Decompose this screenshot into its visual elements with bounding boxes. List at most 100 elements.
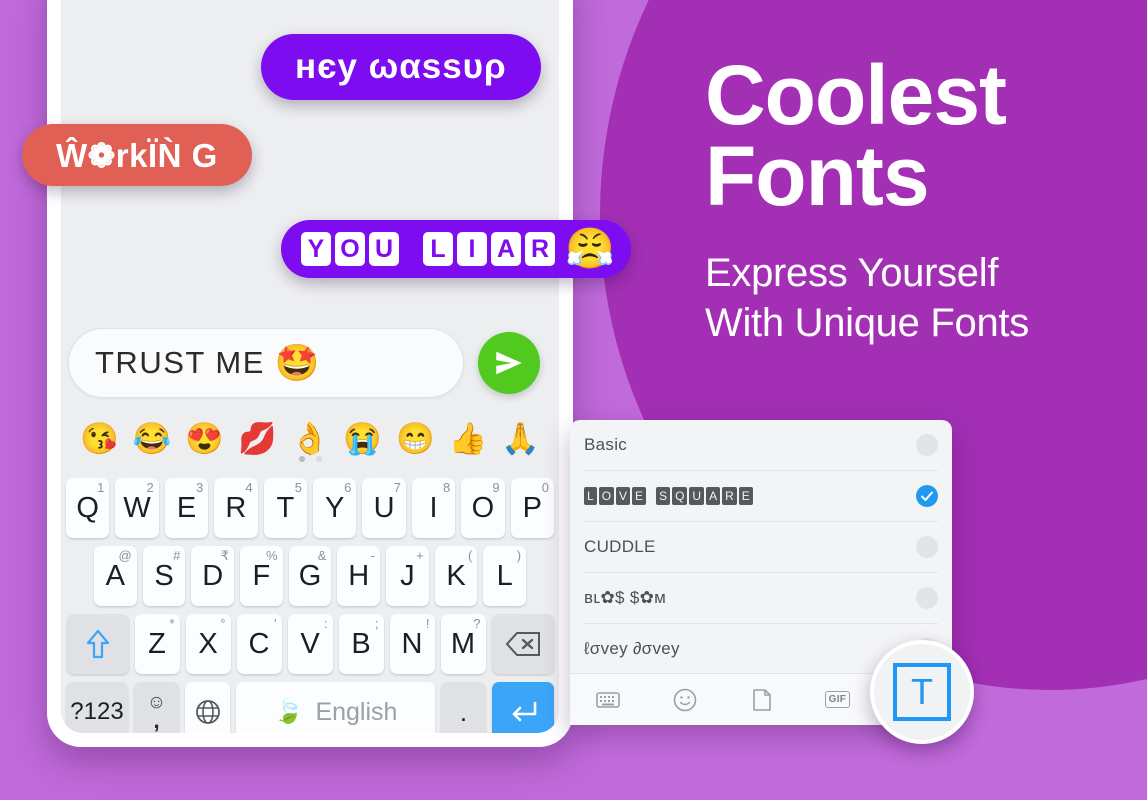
- key-x[interactable]: ° X: [185, 614, 231, 674]
- emoji-item[interactable]: 👌: [291, 423, 330, 454]
- font-row-basic[interactable]: Basic: [584, 420, 938, 471]
- emoji-item[interactable]: 🙏: [501, 423, 540, 454]
- symbols-key[interactable]: ?123: [66, 682, 128, 733]
- key-h[interactable]: -H: [337, 546, 381, 606]
- message-input[interactable]: TRUST ME 🤩: [68, 328, 464, 398]
- backspace-key[interactable]: [491, 614, 554, 674]
- emoji-item[interactable]: 💋: [238, 423, 277, 454]
- font-row-radio[interactable]: [916, 536, 938, 558]
- key-hint: ?: [473, 616, 481, 631]
- promo-subtitle-line1: Express Yourself: [705, 251, 999, 296]
- key-c[interactable]: ' C: [236, 614, 282, 674]
- key-v[interactable]: :V: [287, 614, 333, 674]
- key-b[interactable]: ; B: [338, 614, 384, 674]
- key-label: S: [154, 559, 174, 592]
- key-y[interactable]: 6Y: [313, 478, 357, 538]
- key-label: A: [105, 559, 125, 592]
- check-icon: [921, 491, 933, 501]
- keyboard-tab[interactable]: [570, 687, 646, 713]
- comma-key-label: ,: [153, 707, 160, 733]
- key-label: U: [373, 491, 395, 524]
- key-p[interactable]: 0P: [510, 478, 555, 538]
- font-row-blossom[interactable]: ʙʟ✿$ $✿ᴍ: [584, 573, 938, 624]
- page-dot[interactable]: [315, 456, 322, 462]
- font-list: Basic L O V E S Q U A R E CUDDLE ʙʟ✿$ $✿…: [570, 420, 952, 675]
- space-key[interactable]: 🍃 English: [236, 682, 435, 733]
- key-r[interactable]: 4R: [214, 478, 258, 538]
- key-label: V: [300, 627, 320, 660]
- backspace-icon: [505, 632, 540, 656]
- font-row-label: ℓσvey ∂σvey: [584, 639, 680, 658]
- key-m[interactable]: ? M: [440, 614, 486, 674]
- font-row-radio[interactable]: [916, 587, 938, 609]
- promo-title-line2: Fonts: [705, 128, 930, 223]
- globe-icon: [195, 700, 220, 724]
- key-o[interactable]: 9O: [461, 478, 505, 538]
- boxed-letter: V: [616, 487, 631, 505]
- boxed-space: [648, 487, 654, 505]
- keyboard-row-bottom: ?123 ☺ , 🍃 English .: [66, 682, 554, 733]
- key-label: L: [496, 559, 513, 592]
- key-u[interactable]: 7U: [362, 478, 406, 538]
- gif-tab[interactable]: GIF: [799, 691, 875, 708]
- boxed-letter: E: [738, 487, 753, 505]
- key-hint: ₹: [220, 548, 229, 563]
- keyboard-icon: [596, 691, 621, 708]
- key-i[interactable]: 8I: [411, 478, 456, 538]
- shift-key[interactable]: [66, 614, 129, 674]
- boxed-letter: O: [598, 487, 615, 505]
- period-key[interactable]: .: [441, 682, 486, 733]
- key-a[interactable]: @ A: [93, 546, 137, 606]
- key-g[interactable]: & G: [288, 546, 332, 606]
- key-l[interactable]: ) L: [483, 546, 527, 606]
- key-z[interactable]: * Z: [134, 614, 180, 674]
- emoji-item[interactable]: 😁: [396, 423, 435, 454]
- key-t[interactable]: 5T: [263, 478, 307, 538]
- font-row-radio-selected[interactable]: [916, 485, 938, 507]
- send-button[interactable]: [478, 332, 540, 394]
- key-f[interactable]: % F: [240, 546, 283, 606]
- key-label: C: [248, 627, 270, 660]
- key-label: Z: [148, 627, 166, 660]
- key-j[interactable]: + J: [386, 546, 429, 606]
- send-icon: [496, 351, 522, 375]
- emoji-tab[interactable]: [646, 687, 722, 713]
- font-fab-button[interactable]: T: [870, 640, 974, 744]
- app-screenshot: Coolest Fonts Express Yourself With Uniq…: [0, 0, 1147, 800]
- key-hint: -: [370, 548, 376, 563]
- key-w[interactable]: 2W: [115, 478, 159, 538]
- boxed-word-liar: L I A R: [423, 232, 555, 266]
- key-d[interactable]: ₹ D: [191, 546, 234, 606]
- enter-key[interactable]: [492, 682, 554, 733]
- key-n[interactable]: ! N: [389, 614, 435, 674]
- key-e[interactable]: 3E: [164, 478, 209, 538]
- comma-key[interactable]: ☺ ,: [134, 682, 179, 733]
- font-row-love-square[interactable]: L O V E S Q U A R E: [584, 471, 938, 522]
- boxed-char: A: [491, 232, 521, 266]
- key-s[interactable]: # S: [142, 546, 186, 606]
- key-hint: 0: [541, 480, 550, 495]
- page-dot-active[interactable]: [298, 456, 305, 462]
- emoji-item[interactable]: 👍: [449, 423, 488, 454]
- key-hint: 8: [442, 480, 451, 495]
- key-hint: 2: [146, 480, 154, 495]
- boxed-char: U: [369, 232, 399, 266]
- key-hint: 5: [294, 480, 302, 495]
- font-row-radio[interactable]: [916, 434, 938, 456]
- emoji-item[interactable]: 😂: [133, 423, 172, 454]
- key-hint: 1: [97, 480, 105, 495]
- language-key[interactable]: [185, 682, 230, 733]
- key-q[interactable]: 1Q: [65, 478, 110, 538]
- boxed-char: O: [335, 232, 365, 266]
- key-label: X: [198, 627, 218, 660]
- boxed-letter: A: [706, 487, 721, 505]
- key-label: O: [471, 491, 495, 524]
- emoji-item[interactable]: 😘: [80, 423, 119, 454]
- emoji-item[interactable]: 😭: [343, 423, 382, 454]
- font-row-cuddle[interactable]: CUDDLE: [584, 522, 938, 573]
- shift-icon: [86, 629, 109, 659]
- key-k[interactable]: (K: [434, 546, 478, 606]
- message-input-text: TRUST ME: [95, 345, 265, 380]
- emoji-item[interactable]: 😍: [185, 423, 224, 454]
- sticker-tab[interactable]: [723, 687, 799, 713]
